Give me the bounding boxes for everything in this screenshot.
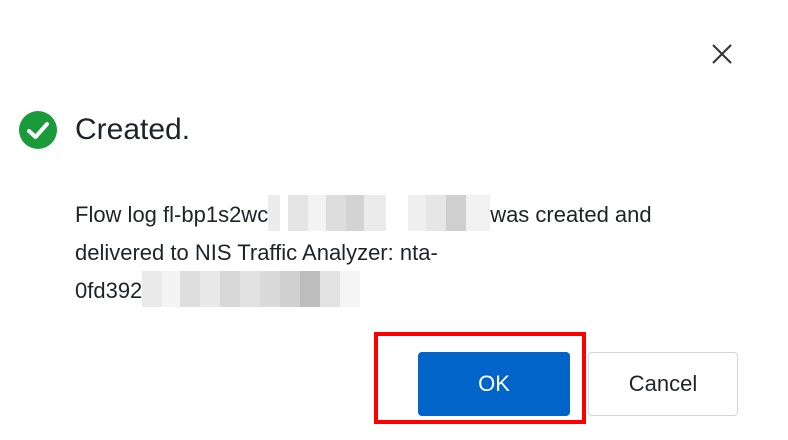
message-line-1-end: was created and (490, 202, 652, 227)
close-button[interactable] (704, 36, 740, 72)
check-circle-icon (18, 110, 58, 150)
message-line-3-start: 0fd392 (75, 278, 143, 303)
dialog-header: Created. (18, 108, 190, 152)
dialog-title: Created. (75, 113, 191, 146)
message-line-1: Flow log fl-bp1s2wc was created and (75, 195, 725, 234)
redacted-text (142, 271, 361, 308)
created-dialog: Created. Flow log fl-bp1s2wc was created … (0, 0, 788, 440)
message-line-1-start: Flow log fl-bp1s2wc (75, 202, 269, 227)
ok-button[interactable]: OK (418, 352, 570, 416)
close-icon (712, 44, 732, 64)
cancel-button[interactable]: Cancel (588, 352, 738, 416)
dialog-footer: OK Cancel (418, 352, 738, 416)
redacted-text (268, 195, 491, 232)
message-line-2: delivered to NIS Traffic Analyzer: nta- (75, 240, 438, 265)
dialog-message: Flow log fl-bp1s2wc was created and deliv… (75, 195, 725, 310)
message-line-3: 0fd392 (75, 271, 725, 310)
